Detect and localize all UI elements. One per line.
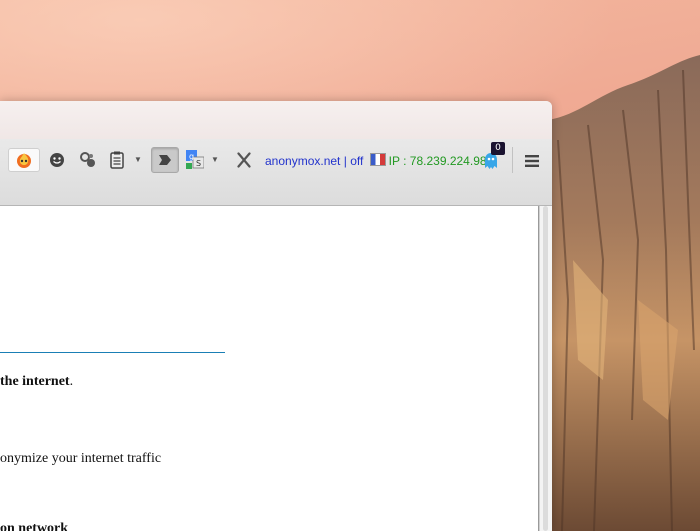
- link-circles-icon: [80, 152, 95, 167]
- browser-window: ▼ g S ▼ anonymox.net | off IP: 78.239.2…: [0, 101, 552, 531]
- vertical-scrollbar[interactable]: [539, 206, 552, 531]
- google-translate-button[interactable]: g S: [184, 148, 206, 172]
- ghostery-badge: 0: [491, 142, 505, 155]
- x-icon: [237, 152, 251, 168]
- anonymox-state-label: off: [350, 154, 364, 168]
- readability-icon: [159, 155, 171, 165]
- smiley-button[interactable]: [47, 150, 67, 170]
- svg-text:g: g: [189, 152, 194, 161]
- page-content: the internet. onymize your internet traf…: [0, 206, 539, 531]
- ip-address-label: IP : 78.239.224.98: [388, 154, 487, 168]
- hamburger-menu-icon: [525, 155, 539, 167]
- desktop-mountain-wallpaper: [548, 55, 700, 531]
- toolbar-separator: [512, 147, 513, 173]
- browser-toolbar: ▼ g S ▼ anonymox.net | off IP: 78.239.2…: [0, 139, 552, 206]
- clipboard-dropdown-arrow[interactable]: ▼: [133, 154, 143, 164]
- content-divider: [0, 352, 225, 353]
- translate-dropdown-arrow[interactable]: ▼: [210, 154, 220, 164]
- anonymox-service-label: anonymox.net: [265, 154, 341, 168]
- svg-text:S: S: [196, 159, 201, 168]
- anonymox-status[interactable]: anonymox.net | off IP : 78.239.224.98: [265, 153, 487, 168]
- content-line-1-tail: .: [69, 374, 74, 389]
- link-circles-button[interactable]: [78, 150, 98, 170]
- hola-unblocker-button[interactable]: [8, 148, 40, 172]
- content-line-1: the internet.: [0, 374, 73, 390]
- readability-button[interactable]: [151, 147, 179, 173]
- x-button[interactable]: [235, 149, 253, 171]
- content-line-2: onymize your internet traffic: [0, 451, 162, 466]
- content-line-3: on network: [0, 521, 69, 531]
- hola-unblocker-icon: [17, 153, 31, 168]
- clipboard-button[interactable]: [107, 149, 127, 171]
- smiley-icon: [50, 153, 64, 167]
- content-line-1-bold: the internet: [0, 374, 70, 389]
- window-titlebar: [0, 101, 552, 140]
- google-translate-icon: g S: [186, 150, 204, 169]
- country-flag-icon: [369, 153, 386, 166]
- scrollbar-thumb[interactable]: [543, 206, 548, 531]
- clipboard-icon: [110, 151, 124, 169]
- anonymox-separator: |: [343, 154, 347, 168]
- menu-button[interactable]: [521, 151, 543, 171]
